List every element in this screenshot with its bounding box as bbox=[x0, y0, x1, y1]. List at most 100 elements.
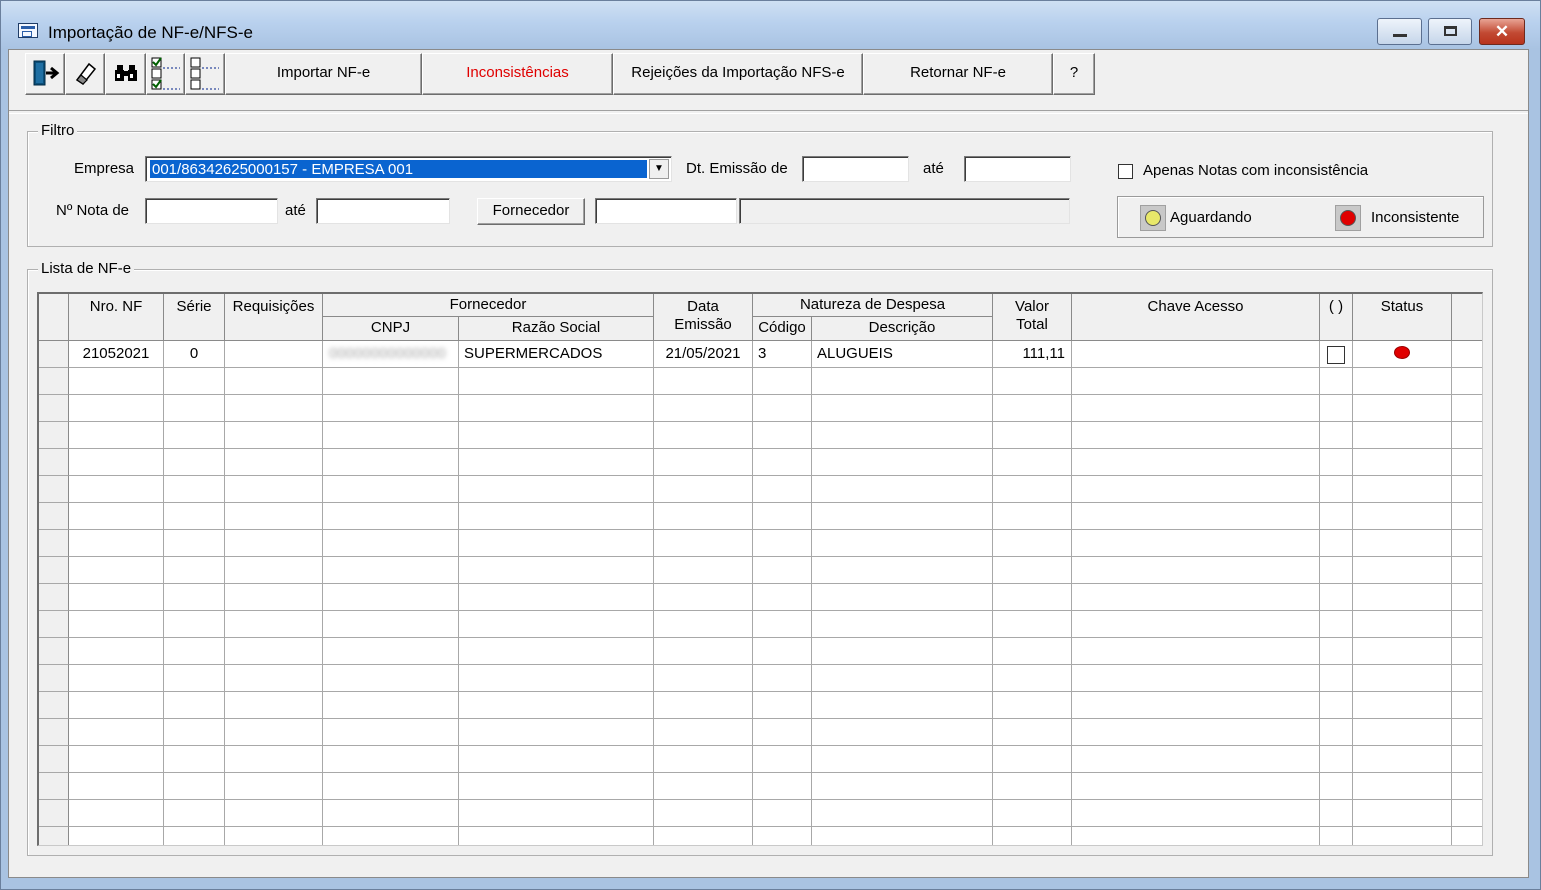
empty-grid-cell[interactable] bbox=[323, 476, 459, 503]
empty-grid-cell[interactable] bbox=[323, 395, 459, 422]
cell-valor-total[interactable]: 111,11 bbox=[993, 341, 1072, 368]
empty-grid-cell[interactable] bbox=[812, 422, 993, 449]
nota-de-field[interactable] bbox=[145, 198, 278, 224]
empty-grid-cell[interactable] bbox=[1452, 773, 1482, 800]
empty-grid-cell[interactable] bbox=[164, 530, 225, 557]
row-indicator[interactable] bbox=[39, 503, 69, 530]
empty-grid-cell[interactable] bbox=[459, 476, 654, 503]
empty-grid-cell[interactable] bbox=[225, 422, 323, 449]
row-select-checkbox[interactable] bbox=[1327, 346, 1345, 364]
empty-grid-cell[interactable] bbox=[1320, 692, 1353, 719]
empty-grid-cell[interactable] bbox=[1452, 611, 1482, 638]
empty-grid-cell[interactable] bbox=[225, 503, 323, 530]
empty-grid-cell[interactable] bbox=[459, 368, 654, 395]
row-indicator[interactable] bbox=[39, 746, 69, 773]
cell-serie[interactable]: 0 bbox=[164, 341, 225, 368]
row-indicator[interactable] bbox=[39, 395, 69, 422]
empty-grid-cell[interactable] bbox=[459, 611, 654, 638]
empty-grid-cell[interactable] bbox=[164, 800, 225, 827]
row-indicator[interactable] bbox=[39, 638, 69, 665]
empty-grid-cell[interactable] bbox=[1072, 773, 1320, 800]
empty-grid-cell[interactable] bbox=[1452, 449, 1482, 476]
empty-grid-cell[interactable] bbox=[164, 692, 225, 719]
empty-grid-cell[interactable] bbox=[69, 584, 164, 611]
empty-grid-cell[interactable] bbox=[1072, 800, 1320, 827]
empty-grid-cell[interactable] bbox=[1320, 665, 1353, 692]
header-descricao[interactable]: Descrição bbox=[812, 317, 993, 341]
empty-grid-cell[interactable] bbox=[1452, 692, 1482, 719]
empty-grid-cell[interactable] bbox=[323, 638, 459, 665]
empty-grid-cell[interactable] bbox=[654, 773, 753, 800]
empty-grid-cell[interactable] bbox=[323, 503, 459, 530]
empty-grid-cell[interactable] bbox=[69, 800, 164, 827]
header-requisicoes[interactable]: Requisições bbox=[225, 294, 323, 341]
empty-grid-cell[interactable] bbox=[1353, 557, 1452, 584]
empty-grid-cell[interactable] bbox=[654, 368, 753, 395]
cell-status[interactable] bbox=[1353, 341, 1452, 368]
empty-grid-cell[interactable] bbox=[753, 368, 812, 395]
dt-emissao-de-field[interactable] bbox=[802, 156, 909, 182]
empty-grid-cell[interactable] bbox=[69, 530, 164, 557]
empty-grid-cell[interactable] bbox=[323, 746, 459, 773]
empty-grid-cell[interactable] bbox=[753, 476, 812, 503]
empty-grid-cell[interactable] bbox=[1452, 746, 1482, 773]
empty-grid-cell[interactable] bbox=[1353, 530, 1452, 557]
cell-selecao[interactable] bbox=[1320, 341, 1353, 368]
cell-cnpj[interactable]: 00000000000000 bbox=[323, 341, 459, 368]
exit-button[interactable] bbox=[25, 53, 65, 95]
empty-grid-cell[interactable] bbox=[164, 557, 225, 584]
empty-grid-cell[interactable] bbox=[164, 422, 225, 449]
empty-grid-cell[interactable] bbox=[753, 557, 812, 584]
empty-grid-cell[interactable] bbox=[164, 395, 225, 422]
empty-grid-cell[interactable] bbox=[1452, 503, 1482, 530]
empty-grid-cell[interactable] bbox=[1353, 800, 1452, 827]
empty-grid-cell[interactable] bbox=[753, 719, 812, 746]
dt-emissao-ate-field[interactable] bbox=[964, 156, 1071, 182]
empty-grid-cell[interactable] bbox=[753, 800, 812, 827]
empty-grid-cell[interactable] bbox=[812, 611, 993, 638]
empty-grid-cell[interactable] bbox=[69, 827, 164, 845]
row-indicator[interactable] bbox=[39, 584, 69, 611]
empty-grid-cell[interactable] bbox=[225, 746, 323, 773]
empty-grid-cell[interactable] bbox=[1353, 719, 1452, 746]
row-indicator[interactable] bbox=[39, 692, 69, 719]
empty-grid-cell[interactable] bbox=[1353, 638, 1452, 665]
empty-grid-cell[interactable] bbox=[812, 530, 993, 557]
cell-data-emissao[interactable]: 21/05/2021 bbox=[654, 341, 753, 368]
empty-grid-cell[interactable] bbox=[323, 557, 459, 584]
empty-grid-cell[interactable] bbox=[1452, 368, 1482, 395]
empty-grid-cell[interactable] bbox=[1452, 827, 1482, 845]
empty-grid-cell[interactable] bbox=[225, 773, 323, 800]
empty-grid-cell[interactable] bbox=[323, 800, 459, 827]
row-indicator[interactable] bbox=[39, 557, 69, 584]
empty-grid-cell[interactable] bbox=[459, 665, 654, 692]
nota-ate-field[interactable] bbox=[316, 198, 450, 224]
empty-grid-cell[interactable] bbox=[812, 692, 993, 719]
empty-grid-cell[interactable] bbox=[459, 503, 654, 530]
empty-grid-cell[interactable] bbox=[323, 719, 459, 746]
empty-grid-cell[interactable] bbox=[459, 422, 654, 449]
empty-grid-cell[interactable] bbox=[654, 422, 753, 449]
empty-grid-cell[interactable] bbox=[225, 368, 323, 395]
empty-grid-cell[interactable] bbox=[1353, 395, 1452, 422]
empty-grid-cell[interactable] bbox=[654, 692, 753, 719]
empty-grid-cell[interactable] bbox=[225, 719, 323, 746]
retornar-nfe-button[interactable]: Retornar NF-e bbox=[863, 53, 1053, 95]
empty-grid-cell[interactable] bbox=[812, 503, 993, 530]
header-serie[interactable]: Série bbox=[164, 294, 225, 341]
cell-nro-nf[interactable]: 21052021 bbox=[69, 341, 164, 368]
empty-grid-cell[interactable] bbox=[225, 692, 323, 719]
header-data-emissao[interactable]: Data Emissão bbox=[654, 294, 753, 341]
empty-grid-cell[interactable] bbox=[1320, 530, 1353, 557]
empty-grid-cell[interactable] bbox=[993, 719, 1072, 746]
empty-grid-cell[interactable] bbox=[459, 827, 654, 845]
empty-grid-cell[interactable] bbox=[1072, 395, 1320, 422]
empty-grid-cell[interactable] bbox=[459, 449, 654, 476]
empty-grid-cell[interactable] bbox=[225, 611, 323, 638]
empty-grid-cell[interactable] bbox=[1452, 557, 1482, 584]
empty-grid-cell[interactable] bbox=[1320, 368, 1353, 395]
empty-grid-cell[interactable] bbox=[993, 476, 1072, 503]
empty-grid-cell[interactable] bbox=[1353, 476, 1452, 503]
empty-grid-cell[interactable] bbox=[69, 638, 164, 665]
fornecedor-codigo-field[interactable] bbox=[595, 198, 737, 224]
